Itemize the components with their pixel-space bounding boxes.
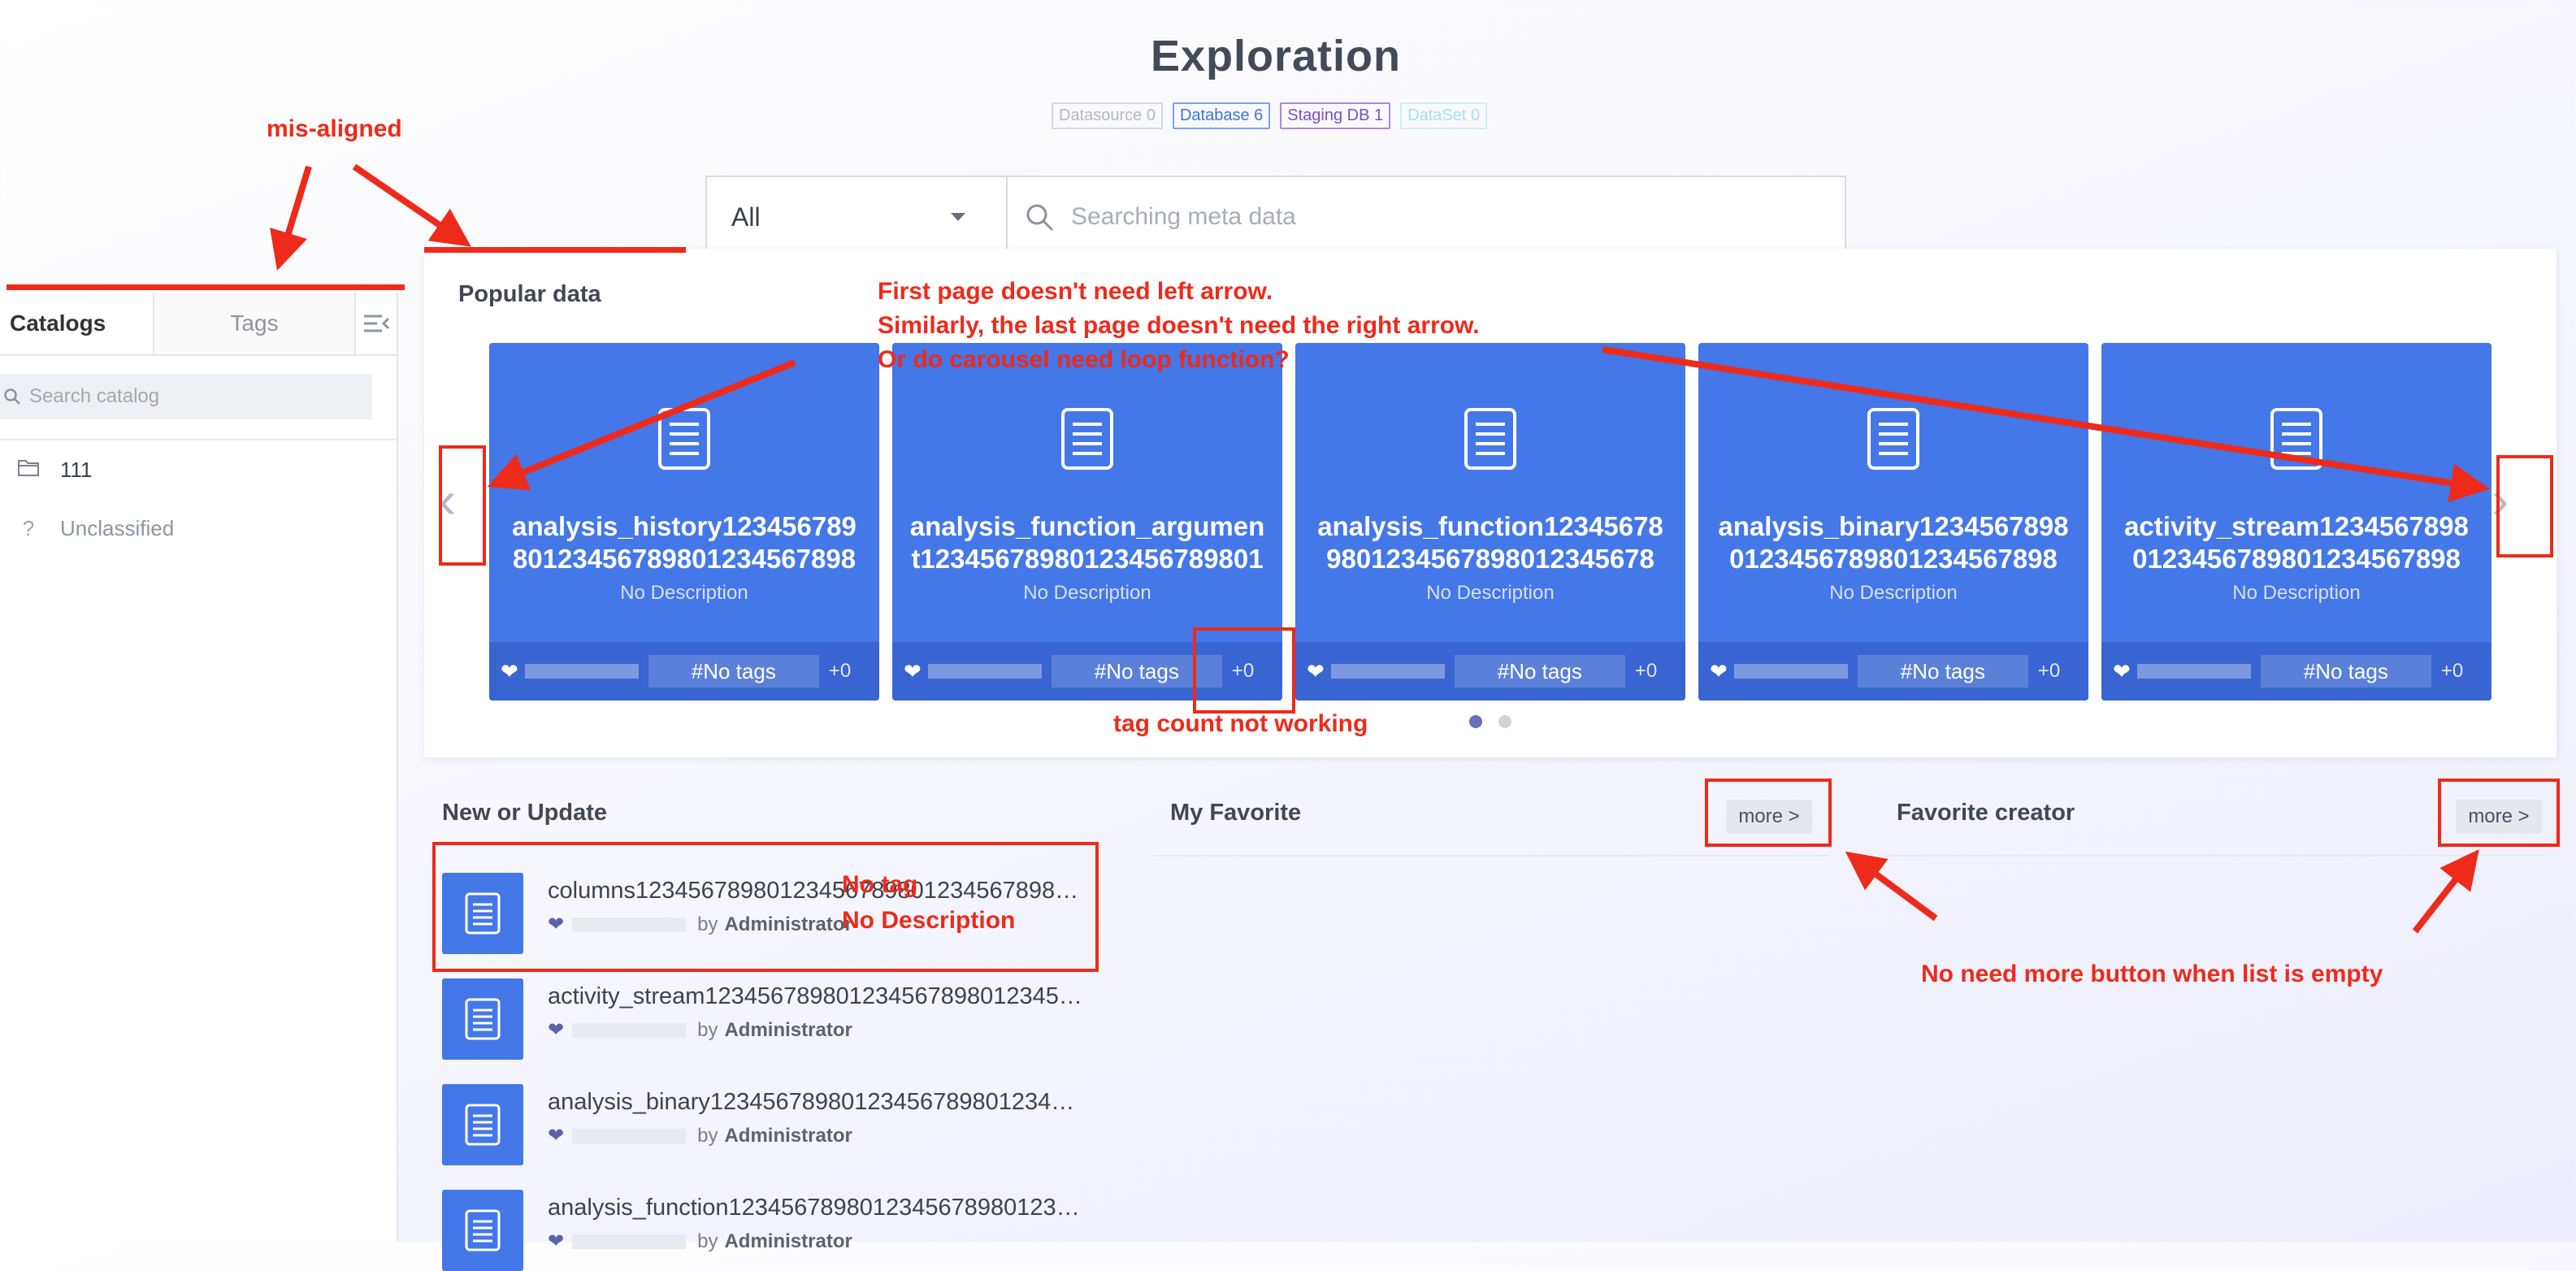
annotation-misaligned: mis-aligned xyxy=(267,115,402,142)
annotation-arrows xyxy=(270,163,2490,934)
annotation-arrow-note-1: First page doesn't need left arrow. xyxy=(878,278,1273,305)
annotation-more-note: No need more button when list is empty xyxy=(1921,961,2383,987)
annotation-arrow-note-3: Or do carousel need loop function? xyxy=(878,346,1290,373)
annotation-arrow-note-2: Similarly, the last page doesn't need th… xyxy=(878,312,1480,339)
annotation-tag-count: tag count not working xyxy=(1113,710,1368,737)
annotation-no-tag: No tag xyxy=(842,871,918,898)
annotation-no-description: No Description xyxy=(842,907,1016,934)
